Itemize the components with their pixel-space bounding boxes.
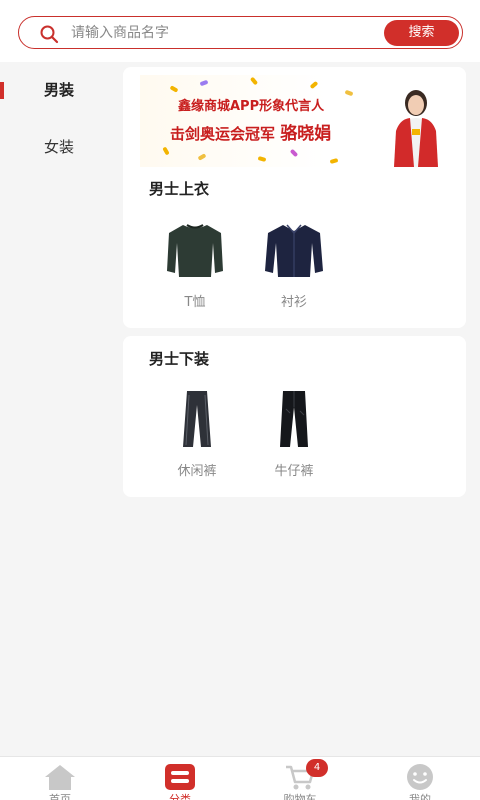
tab-profile[interactable]: 我的 xyxy=(360,757,480,800)
banner-subheadline: 击剑奥运会冠军 骆晓娟 xyxy=(170,124,332,144)
search-header: 搜索 xyxy=(0,0,480,62)
tab-category[interactable]: 分类 xyxy=(120,757,240,800)
sweater-icon xyxy=(167,224,223,277)
cart-count-badge: 4 xyxy=(306,759,328,777)
product-tshirt[interactable]: T恤 xyxy=(155,217,235,310)
product-label: 衬衫 xyxy=(280,295,307,310)
category-icon xyxy=(165,764,195,790)
search-bar[interactable]: 搜索 xyxy=(18,16,463,49)
shirt-icon xyxy=(265,224,323,277)
product-label: 牛仔裤 xyxy=(274,464,314,479)
search-icon xyxy=(40,25,59,44)
tab-label: 购物车 xyxy=(283,793,317,800)
jeans-icon xyxy=(280,391,308,447)
bottom-tab-bar: 首页 分类 4 购物车 我的 xyxy=(0,756,480,800)
tab-home[interactable]: 首页 xyxy=(0,757,120,800)
tab-cart[interactable]: 4 购物车 xyxy=(240,757,360,800)
sidebar-item-womenswear[interactable]: 女装 xyxy=(0,119,118,175)
home-icon xyxy=(45,765,75,790)
tab-label: 首页 xyxy=(49,793,71,800)
search-button[interactable]: 搜索 xyxy=(384,20,459,46)
banner-headline: 鑫缘商城APP形象代言人 xyxy=(178,99,325,114)
category-card-bottoms: 男士下装 休闲裤 牛仔裤 xyxy=(123,336,466,497)
tab-label: 我的 xyxy=(409,793,431,800)
product-casual-pants[interactable]: 休闲裤 xyxy=(157,386,237,479)
product-jeans[interactable]: 牛仔裤 xyxy=(254,386,334,479)
smiley-icon xyxy=(407,764,433,790)
category-card-tops: 鑫缘商城APP形象代言人 击剑奥运会冠军 骆晓娟 男士上衣 T恤 衬衫 xyxy=(123,67,466,328)
search-input[interactable] xyxy=(71,21,371,45)
product-label: T恤 xyxy=(184,295,206,310)
sidebar-item-menswear[interactable]: 男装 xyxy=(0,62,118,118)
category-sidebar: 男装 女装 xyxy=(0,62,118,756)
product-label: 休闲裤 xyxy=(177,464,217,479)
section-title-tops: 男士上衣 xyxy=(149,180,210,198)
product-shirt[interactable]: 衬衫 xyxy=(254,217,334,310)
casual-pants-icon xyxy=(183,391,211,447)
tab-label: 分类 xyxy=(169,793,191,800)
promo-banner[interactable]: 鑫缘商城APP形象代言人 击剑奥运会冠军 骆晓娟 xyxy=(140,75,450,167)
spokesperson-photo xyxy=(394,90,438,167)
section-title-bottoms: 男士下装 xyxy=(149,350,210,368)
